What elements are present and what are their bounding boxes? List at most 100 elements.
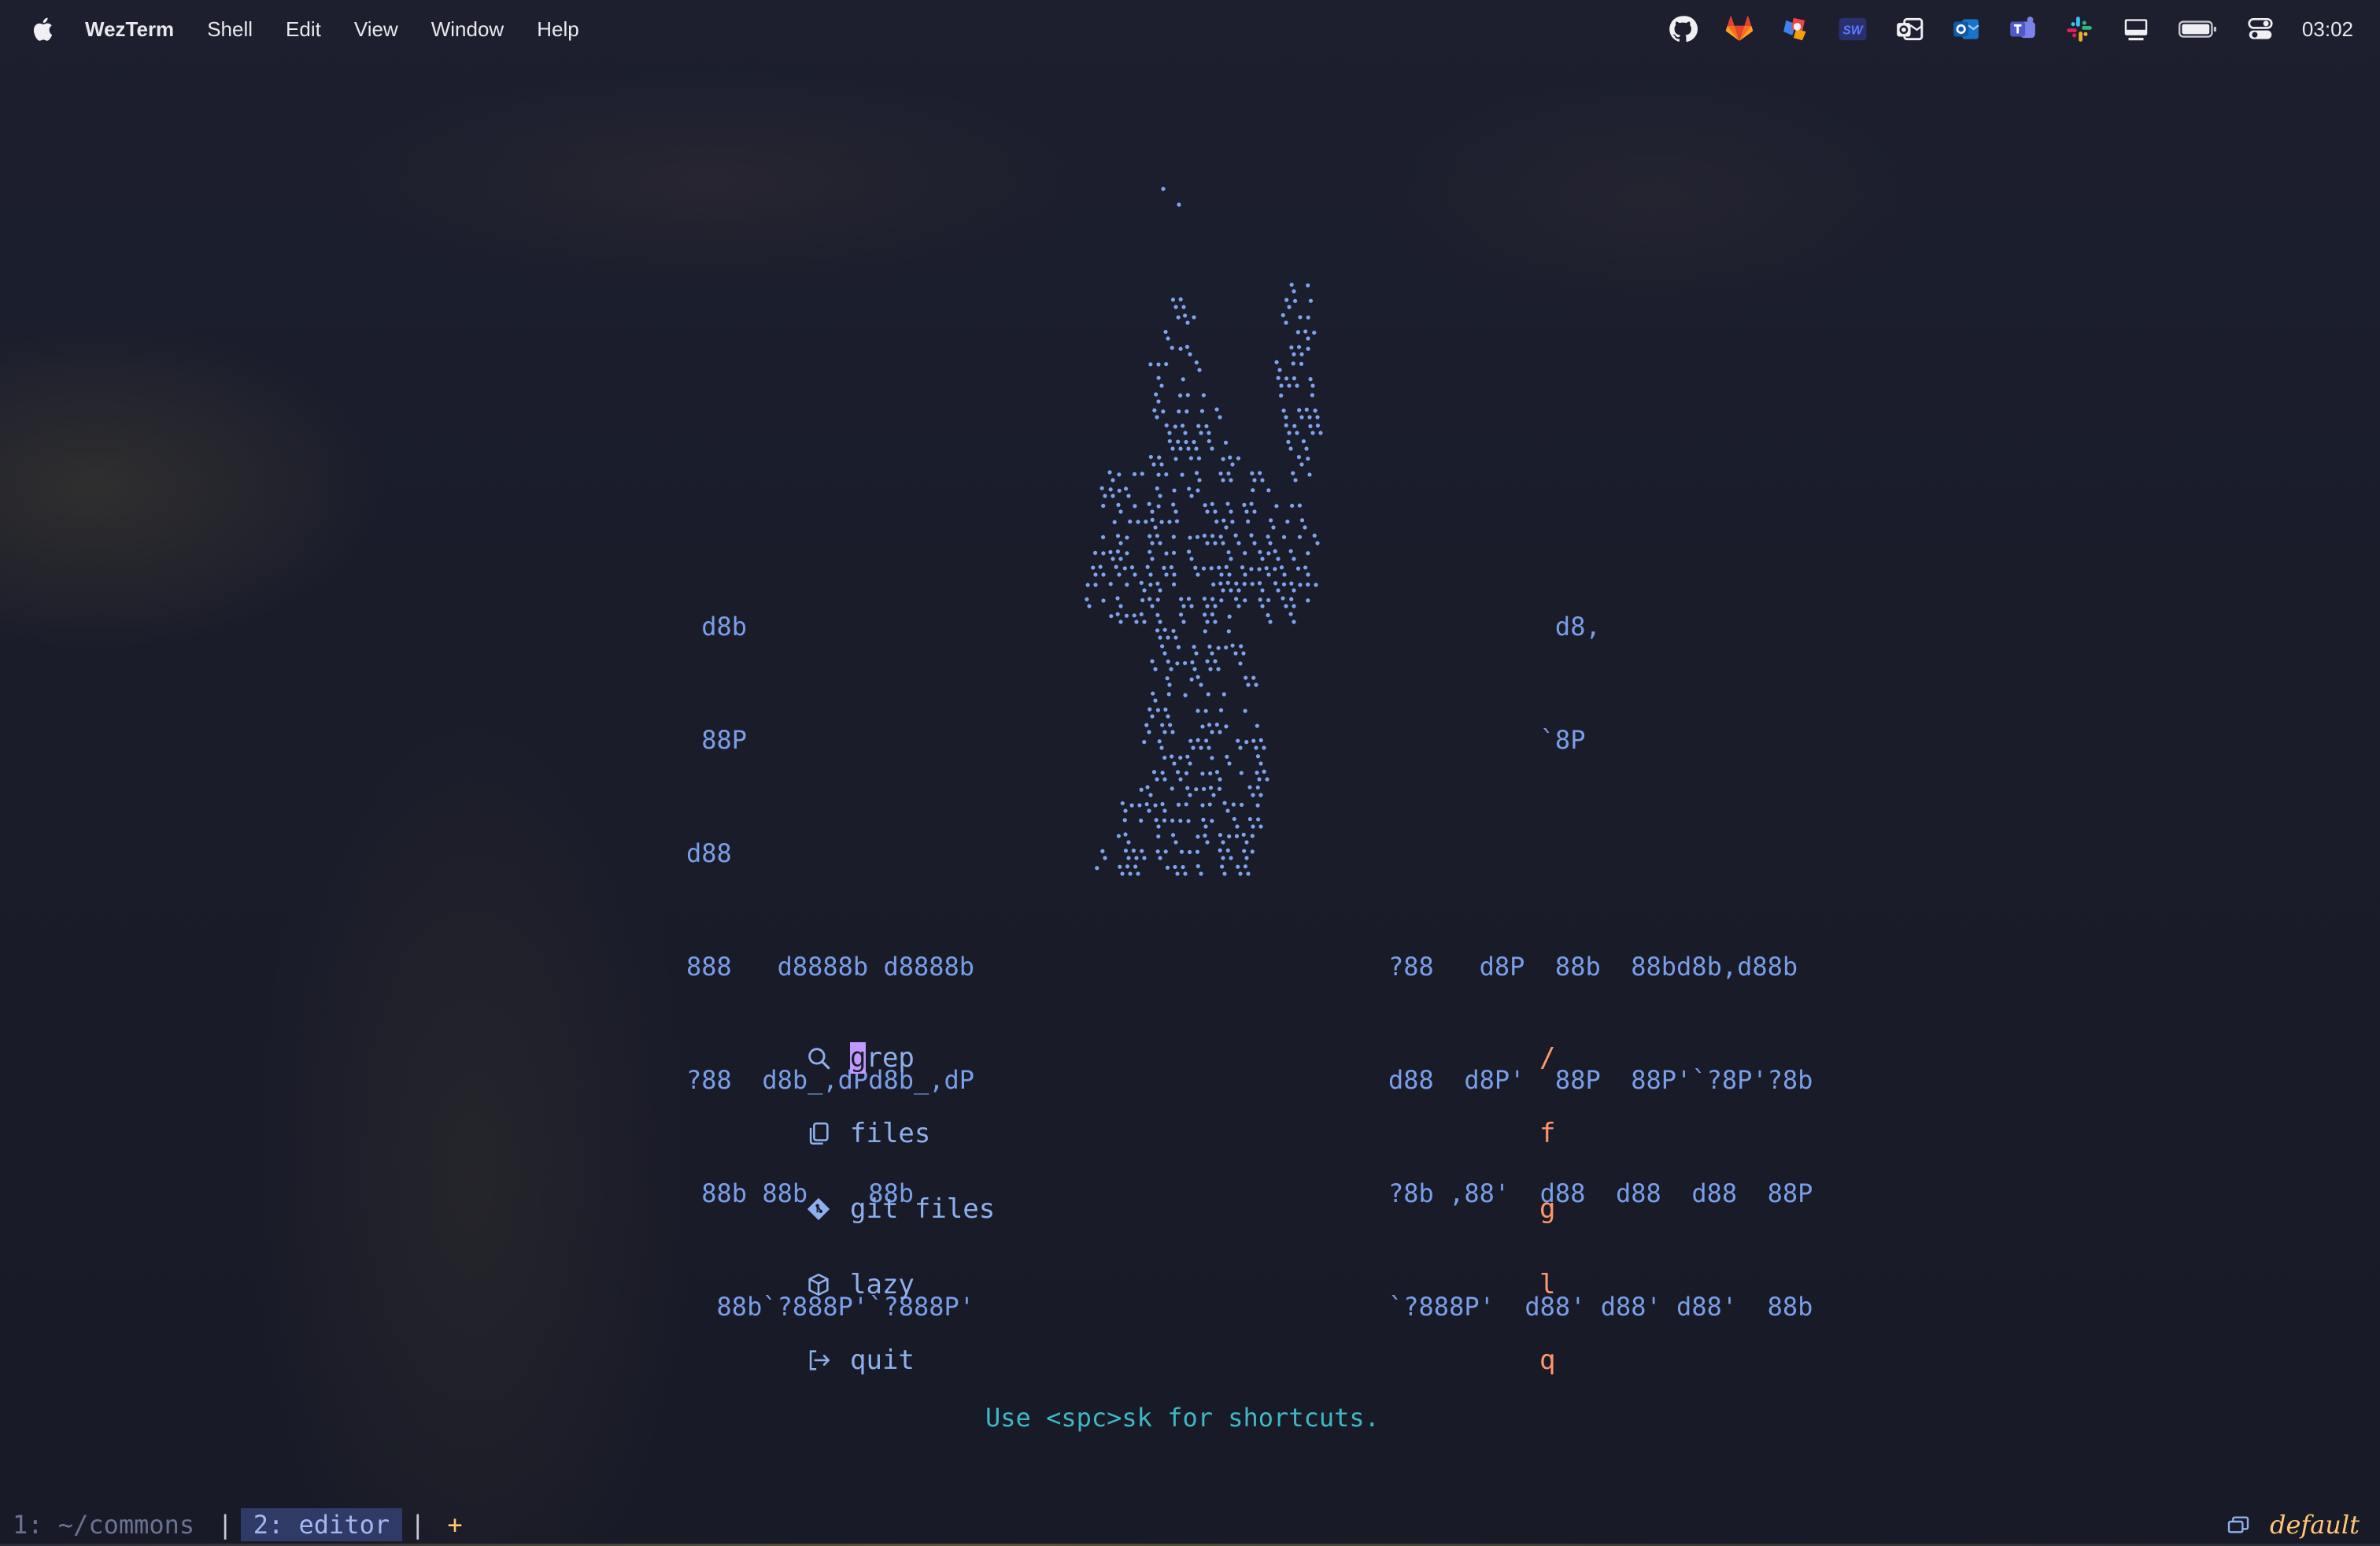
- wizard-dot: [1185, 786, 1190, 790]
- menu-item-git-files[interactable]: git files g: [803, 1171, 1574, 1247]
- github-icon[interactable]: [1668, 14, 1698, 44]
- menu-item-lazy[interactable]: lazy l: [803, 1247, 1574, 1322]
- wizard-dot: [1210, 756, 1214, 760]
- wizard-dot: [1243, 598, 1247, 603]
- wizard-dot: [1292, 557, 1296, 561]
- wizard-dot: [1101, 598, 1106, 603]
- menu-app-name[interactable]: WezTerm: [85, 17, 174, 42]
- wizard-dot: [1203, 708, 1208, 713]
- wizard-dot: [1150, 714, 1155, 719]
- wizard-dot: [1164, 423, 1169, 427]
- wizard-dot: [1115, 534, 1121, 538]
- sw-icon[interactable]: SW: [1838, 14, 1868, 44]
- slack-icon[interactable]: [2064, 14, 2094, 44]
- wizard-dot: [1313, 409, 1318, 413]
- wizard-dot: [1144, 520, 1148, 524]
- wizard-dot: [1144, 723, 1149, 727]
- wizard-dot: [1266, 597, 1271, 603]
- outlook-icon[interactable]: [1951, 14, 1981, 44]
- menu-item-shortcut: /: [1539, 1042, 1556, 1074]
- workspace-indicator[interactable]: default: [2226, 1503, 2360, 1546]
- new-tab-button[interactable]: +: [447, 1510, 462, 1540]
- wizard-dot: [1116, 834, 1121, 838]
- wizard-dot: [1178, 446, 1183, 451]
- battery-icon[interactable]: [2178, 14, 2219, 44]
- clock[interactable]: 03:02: [2302, 17, 2353, 42]
- wizard-dot: [1230, 643, 1235, 648]
- wizard-dot: [1095, 866, 1099, 871]
- wizard-dot: [1221, 840, 1225, 845]
- wizard-dot: [1284, 423, 1288, 427]
- wizard-dot: [1162, 755, 1167, 760]
- wizard-dot: [1306, 457, 1310, 461]
- wizard-dot: [1107, 470, 1112, 475]
- wizard-dot: [1213, 541, 1218, 546]
- wizard-dot: [1303, 525, 1307, 530]
- wizard-dot: [1147, 730, 1151, 734]
- wizard-dot: [1188, 849, 1192, 855]
- wizard-dot: [1208, 667, 1213, 671]
- wizard-dot: [1170, 298, 1176, 302]
- wizard-dot: [1299, 415, 1304, 420]
- wizard-dot: [1129, 803, 1134, 808]
- wizard-dot: [1243, 572, 1247, 577]
- menu-help[interactable]: Help: [537, 17, 578, 42]
- tab-editor[interactable]: 2: editor: [240, 1508, 403, 1541]
- menu-item-quit[interactable]: quit q: [803, 1322, 1574, 1398]
- wizard-dot: [1210, 651, 1214, 656]
- wizard-dot: [1148, 362, 1153, 367]
- wizard-dot: [1171, 534, 1176, 539]
- menu-window[interactable]: Window: [431, 17, 504, 42]
- wizard-dot: [1254, 682, 1258, 687]
- apple-icon[interactable]: [30, 15, 58, 43]
- teams-icon[interactable]: [2008, 14, 2038, 44]
- wizard-dot: [1236, 738, 1240, 743]
- wizard-dot: [1128, 871, 1133, 876]
- wizard-dot: [1288, 446, 1293, 451]
- stage-manager-icon[interactable]: [1781, 14, 1811, 44]
- wizard-dot: [1268, 541, 1273, 546]
- wizard-dot: [1251, 793, 1255, 797]
- wizard-dot: [1247, 816, 1252, 822]
- wizard-dot: [1197, 478, 1202, 483]
- wizard-dot: [1160, 723, 1165, 727]
- wizard-dot: [1145, 785, 1150, 790]
- menu-item-files[interactable]: files f: [803, 1096, 1574, 1171]
- wizard-dot: [1186, 549, 1192, 554]
- wizard-dot: [1195, 849, 1200, 854]
- wizard-dot: [1123, 849, 1129, 853]
- wizard-dot: [1291, 361, 1295, 366]
- banner-line: d8b: [686, 612, 748, 642]
- menu-item-grep[interactable]: grep /: [803, 1020, 1574, 1096]
- wizard-dot: [1111, 557, 1115, 561]
- wizard-dot: [1268, 620, 1273, 624]
- wizard-dot: [1194, 651, 1199, 656]
- display-icon[interactable]: [2121, 14, 2151, 44]
- wizard-dot: [1226, 549, 1231, 555]
- wizard-dot: [1155, 612, 1160, 617]
- wizard-dot: [1217, 786, 1222, 791]
- tab-commons[interactable]: 1: ~/commons: [13, 1510, 209, 1540]
- wizard-dot: [1284, 298, 1289, 302]
- menu-shell[interactable]: Shell: [207, 17, 253, 42]
- menu-edit[interactable]: Edit: [286, 17, 321, 42]
- wizard-dot: [1120, 801, 1125, 806]
- menu-view[interactable]: View: [354, 17, 398, 42]
- gitlab-icon[interactable]: [1724, 14, 1754, 44]
- wizard-dot: [1136, 871, 1140, 876]
- menu-item-label: quit: [850, 1344, 915, 1376]
- wizard-dot: [1255, 754, 1261, 759]
- wizard-dot: [1132, 613, 1136, 618]
- wizard-dot: [1128, 520, 1133, 524]
- wizard-dot: [1155, 777, 1159, 782]
- wizard-dot: [1178, 755, 1183, 760]
- control-center-icon[interactable]: [2245, 14, 2275, 44]
- wizard-dot: [1145, 564, 1150, 569]
- wizard-dot: [1167, 520, 1172, 524]
- wizard-dot: [1224, 724, 1229, 729]
- wizard-dot: [1286, 439, 1291, 444]
- wizard-dot: [1108, 549, 1113, 554]
- outlook-classic-icon[interactable]: [1894, 14, 1924, 44]
- banner-line: 88P: [686, 725, 748, 755]
- wizard-dot: [1125, 535, 1129, 540]
